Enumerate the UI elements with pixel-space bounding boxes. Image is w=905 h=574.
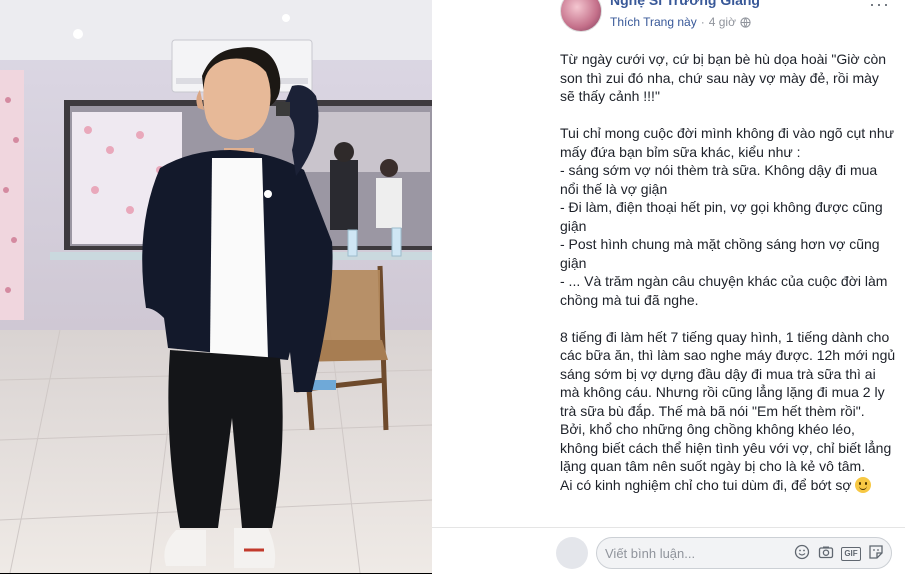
commenter-avatar [556, 537, 588, 569]
author-name[interactable]: Nghệ Sĩ Trường Giang [610, 0, 760, 8]
paragraph-text: - Post hình chung mà mặt chồng sáng hơn … [560, 236, 884, 271]
like-page-link[interactable]: Thích Trang này [610, 15, 697, 29]
separator-dot: · [700, 15, 705, 29]
post-paragraph: Từ ngày cưới vợ, cứ bị bạn bè hù dọa hoà… [560, 50, 896, 106]
paragraph-text: - sáng sớm vợ nói thèm trà sữa. Không dậ… [560, 162, 882, 197]
post-paragraph: - Đi làm, điện thoại hết pin, vợ gọi khô… [560, 198, 896, 235]
post-paragraph: Tui chỉ mong cuộc đời mình không đi vào … [560, 124, 896, 161]
post-paragraph: - sáng sớm vợ nói thèm trà sữa. Không dậ… [560, 161, 896, 198]
comment-placeholder: Viết bình luận... [605, 546, 696, 561]
paragraph-text: - Đi làm, điện thoại hết pin, vợ gọi khô… [560, 199, 887, 234]
comment-tools: GIF [793, 544, 885, 562]
post-body: Từ ngày cưới vợ, cứ bị bạn bè hù dọa hoà… [560, 50, 896, 494]
gif-icon[interactable]: GIF [841, 547, 861, 561]
emoji-icon[interactable] [793, 544, 811, 562]
camera-icon[interactable] [817, 544, 835, 562]
post-panel: Nghệ Sĩ Trường Giang Thích Trang này · 4 g… [432, 0, 905, 574]
post-time[interactable]: 4 giờ [709, 15, 736, 29]
post-header: Nghệ Sĩ Trường Giang Thích Trang này · 4 g… [432, 0, 905, 36]
paragraph-text: Bởi, khổ cho những ông chồng không khéo … [560, 421, 896, 474]
post-paragraph: Bởi, khổ cho những ông chồng không khéo … [560, 420, 896, 476]
globe-icon [740, 17, 751, 31]
post-paragraph: 8 tiếng đi làm hết 7 tiếng quay hình, 1 … [560, 328, 896, 421]
sticker-icon[interactable] [867, 544, 885, 562]
paragraph-text: 8 tiếng đi làm hết 7 tiếng quay hình, 1 … [560, 328, 900, 419]
more-options-icon[interactable]: ··· [869, 0, 890, 15]
paragraph-text: Ai có kinh nghiệm chỉ cho tui dùm đi, để… [560, 476, 852, 493]
post-meta: Thích Trang này · 4 giờ [610, 15, 751, 31]
post-paragraph: - ... Và trăm ngàn câu chuyện khác của c… [560, 272, 896, 309]
post-paragraph: - Post hình chung mà mặt chồng sáng hơn … [560, 235, 896, 272]
comment-input[interactable]: Viết bình luận... GIF [596, 537, 892, 569]
comment-bar: Viết bình luận... GIF [432, 527, 905, 574]
paragraph-text: Từ ngày cưới vợ, cứ bị bạn bè hù dọa hoà… [560, 51, 890, 104]
smile-emoji [855, 476, 872, 493]
post-paragraph: Ai có kinh nghiệm chỉ cho tui dùm đi, để… [560, 476, 896, 495]
photo-illustration [0, 0, 432, 573]
paragraph-text: - ... Và trăm ngàn câu chuyện khác của c… [560, 273, 892, 308]
paragraph-text: Tui chỉ mong cuộc đời mình không đi vào … [560, 125, 898, 160]
page-avatar[interactable] [560, 0, 602, 32]
post-photo[interactable] [0, 0, 432, 573]
